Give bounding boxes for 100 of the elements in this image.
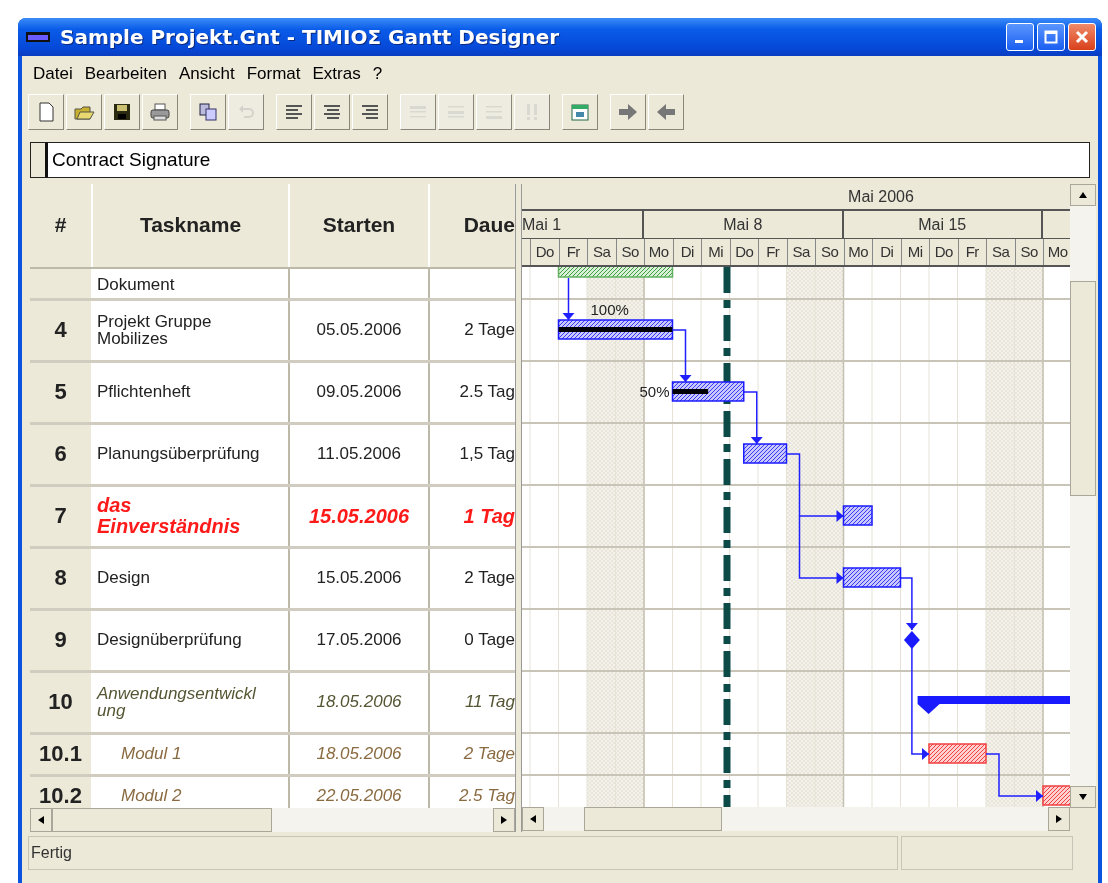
task-name-cell: Designüberprüfung <box>93 610 290 670</box>
day-label: Di <box>872 238 901 265</box>
row-header[interactable]: 9 <box>30 610 93 670</box>
column-header[interactable]: Taskname <box>93 184 290 267</box>
copy-icon <box>197 101 219 123</box>
row-header[interactable]: 7 <box>30 486 93 546</box>
scroll-left-icon[interactable] <box>530 815 536 823</box>
task-name-cell: Projekt Gruppe Mobilizes <box>93 300 290 360</box>
day-label: Fr <box>957 238 986 265</box>
progress-label: 50% <box>639 383 670 400</box>
duration-cell-text: 2 Tage <box>463 319 515 342</box>
day-label: Fr <box>558 238 587 265</box>
duration-cell-text: 1 Tag <box>462 503 515 529</box>
scroll-down-icon[interactable] <box>1079 794 1087 800</box>
scroll-left-icon[interactable] <box>38 816 44 825</box>
task-bar[interactable] <box>557 319 674 340</box>
duration-cell-text: 1,5 Tag <box>458 443 515 466</box>
day-label: Do <box>530 238 559 265</box>
dependency-arrow <box>743 391 763 445</box>
day-label: Mi <box>900 238 929 265</box>
day-label: Di <box>672 238 701 265</box>
printer-icon <box>149 101 171 123</box>
task-name-cell: Dokument <box>93 268 290 298</box>
menu-item[interactable]: Bearbeiten <box>81 64 176 84</box>
window-title: Sample Projekt.Gnt - TIMIOΣ Gantt Designer <box>60 25 561 49</box>
day-label: So <box>1014 238 1043 265</box>
row-header[interactable]: 10.1 <box>30 734 93 774</box>
day-label: So <box>615 238 644 265</box>
start-date-cell: 11.05.2006 <box>290 424 430 484</box>
day-label: Do <box>929 238 958 265</box>
start-date-cell: 09.05.2006 <box>290 362 430 422</box>
save-icon <box>111 101 133 123</box>
day-label: Mo <box>644 238 673 265</box>
task-name-cell: Anwendungsentwickl ung <box>93 672 290 732</box>
month-label: Mai 2006 <box>848 187 914 206</box>
horizontal-scrollbar[interactable] <box>30 808 515 832</box>
column-header[interactable]: Daue <box>430 184 515 267</box>
start-date-cell: 18.05.2006 <box>290 672 430 732</box>
row-header[interactable]: 6 <box>30 424 93 484</box>
dependency-arrow <box>671 329 692 383</box>
row-header[interactable]: 4 <box>30 300 93 360</box>
start-date-cell: 17.05.2006 <box>290 610 430 670</box>
dependency-arrow <box>798 515 845 584</box>
duration-cell-text: 2.5 Tag <box>457 785 515 808</box>
duration-cell-text: 11 Tag <box>463 691 515 714</box>
scroll-up-icon[interactable] <box>1079 192 1087 198</box>
milestone-diamond[interactable] <box>903 631 920 649</box>
week-label: Mai 1 <box>522 215 562 234</box>
day-label: Sa <box>587 238 616 265</box>
day-label: Mi <box>701 238 730 265</box>
menu-item[interactable]: Ansicht <box>175 64 244 84</box>
calendar-icon <box>569 101 591 123</box>
duration-cell-text: 0 Tage <box>463 629 515 652</box>
toolbar-button[interactable] <box>314 94 350 130</box>
row-header[interactable]: 5 <box>30 362 93 422</box>
minimize-button[interactable] <box>1006 23 1034 51</box>
task-bar[interactable] <box>671 381 745 402</box>
dependency-arrow <box>562 277 575 321</box>
start-date-cell: 15.05.2006 <box>290 548 430 608</box>
horizontal-scrollbar[interactable] <box>522 807 1070 831</box>
duration-cell-text: 2 Tage <box>462 743 515 766</box>
toolbar-button[interactable] <box>276 94 312 130</box>
day-label: Fr <box>758 238 787 265</box>
menu-item[interactable]: Format <box>243 64 310 84</box>
day-label: Do <box>729 238 758 265</box>
close-button[interactable] <box>1068 23 1096 51</box>
column-header[interactable]: Starten <box>290 184 430 267</box>
row-header[interactable]: 10 <box>30 672 93 732</box>
start-date-cell: 15.05.2006 <box>290 486 430 546</box>
row-header[interactable]: 8 <box>30 548 93 608</box>
summary-bar[interactable] <box>917 696 1070 714</box>
row-header[interactable]: 10.2 <box>30 776 93 809</box>
field-gutter <box>30 142 48 178</box>
vertical-scrollbar[interactable] <box>1070 184 1096 832</box>
dependency-arrow <box>899 577 918 631</box>
duration-cell-text: 2.5 Tag <box>458 381 515 404</box>
scroll-right-icon[interactable] <box>1056 815 1062 823</box>
scroll-right-icon[interactable] <box>501 816 507 825</box>
task-name-cell: Modul 1 <box>93 734 290 774</box>
task-name-cell: Pflichtenheft <box>93 362 290 422</box>
menu-item[interactable]: Extras <box>309 64 370 84</box>
task-name-cell: Design <box>93 548 290 608</box>
progress-label: 100% <box>590 301 629 318</box>
column-header[interactable]: # <box>30 184 93 267</box>
maximize-button[interactable] <box>1037 23 1065 51</box>
day-label: So <box>815 238 844 265</box>
menu-item[interactable]: ? <box>369 64 392 84</box>
arrow-icon <box>617 101 639 123</box>
toolbar-button[interactable] <box>104 94 140 130</box>
arrow-icon <box>655 101 677 123</box>
task-name-cell: das Einverständnis <box>93 486 290 546</box>
dependency-arrow <box>985 753 1044 802</box>
app-icon <box>26 32 50 42</box>
menu-item[interactable]: Datei <box>30 64 82 84</box>
minimize-icon <box>1014 40 1023 43</box>
toolbar-button[interactable] <box>352 94 388 130</box>
start-date-cell: 05.05.2006 <box>290 300 430 360</box>
maximize-icon <box>1044 30 1058 44</box>
day-label: Sa <box>786 238 815 265</box>
task-name-field[interactable]: Contract Signature <box>48 142 1090 178</box>
